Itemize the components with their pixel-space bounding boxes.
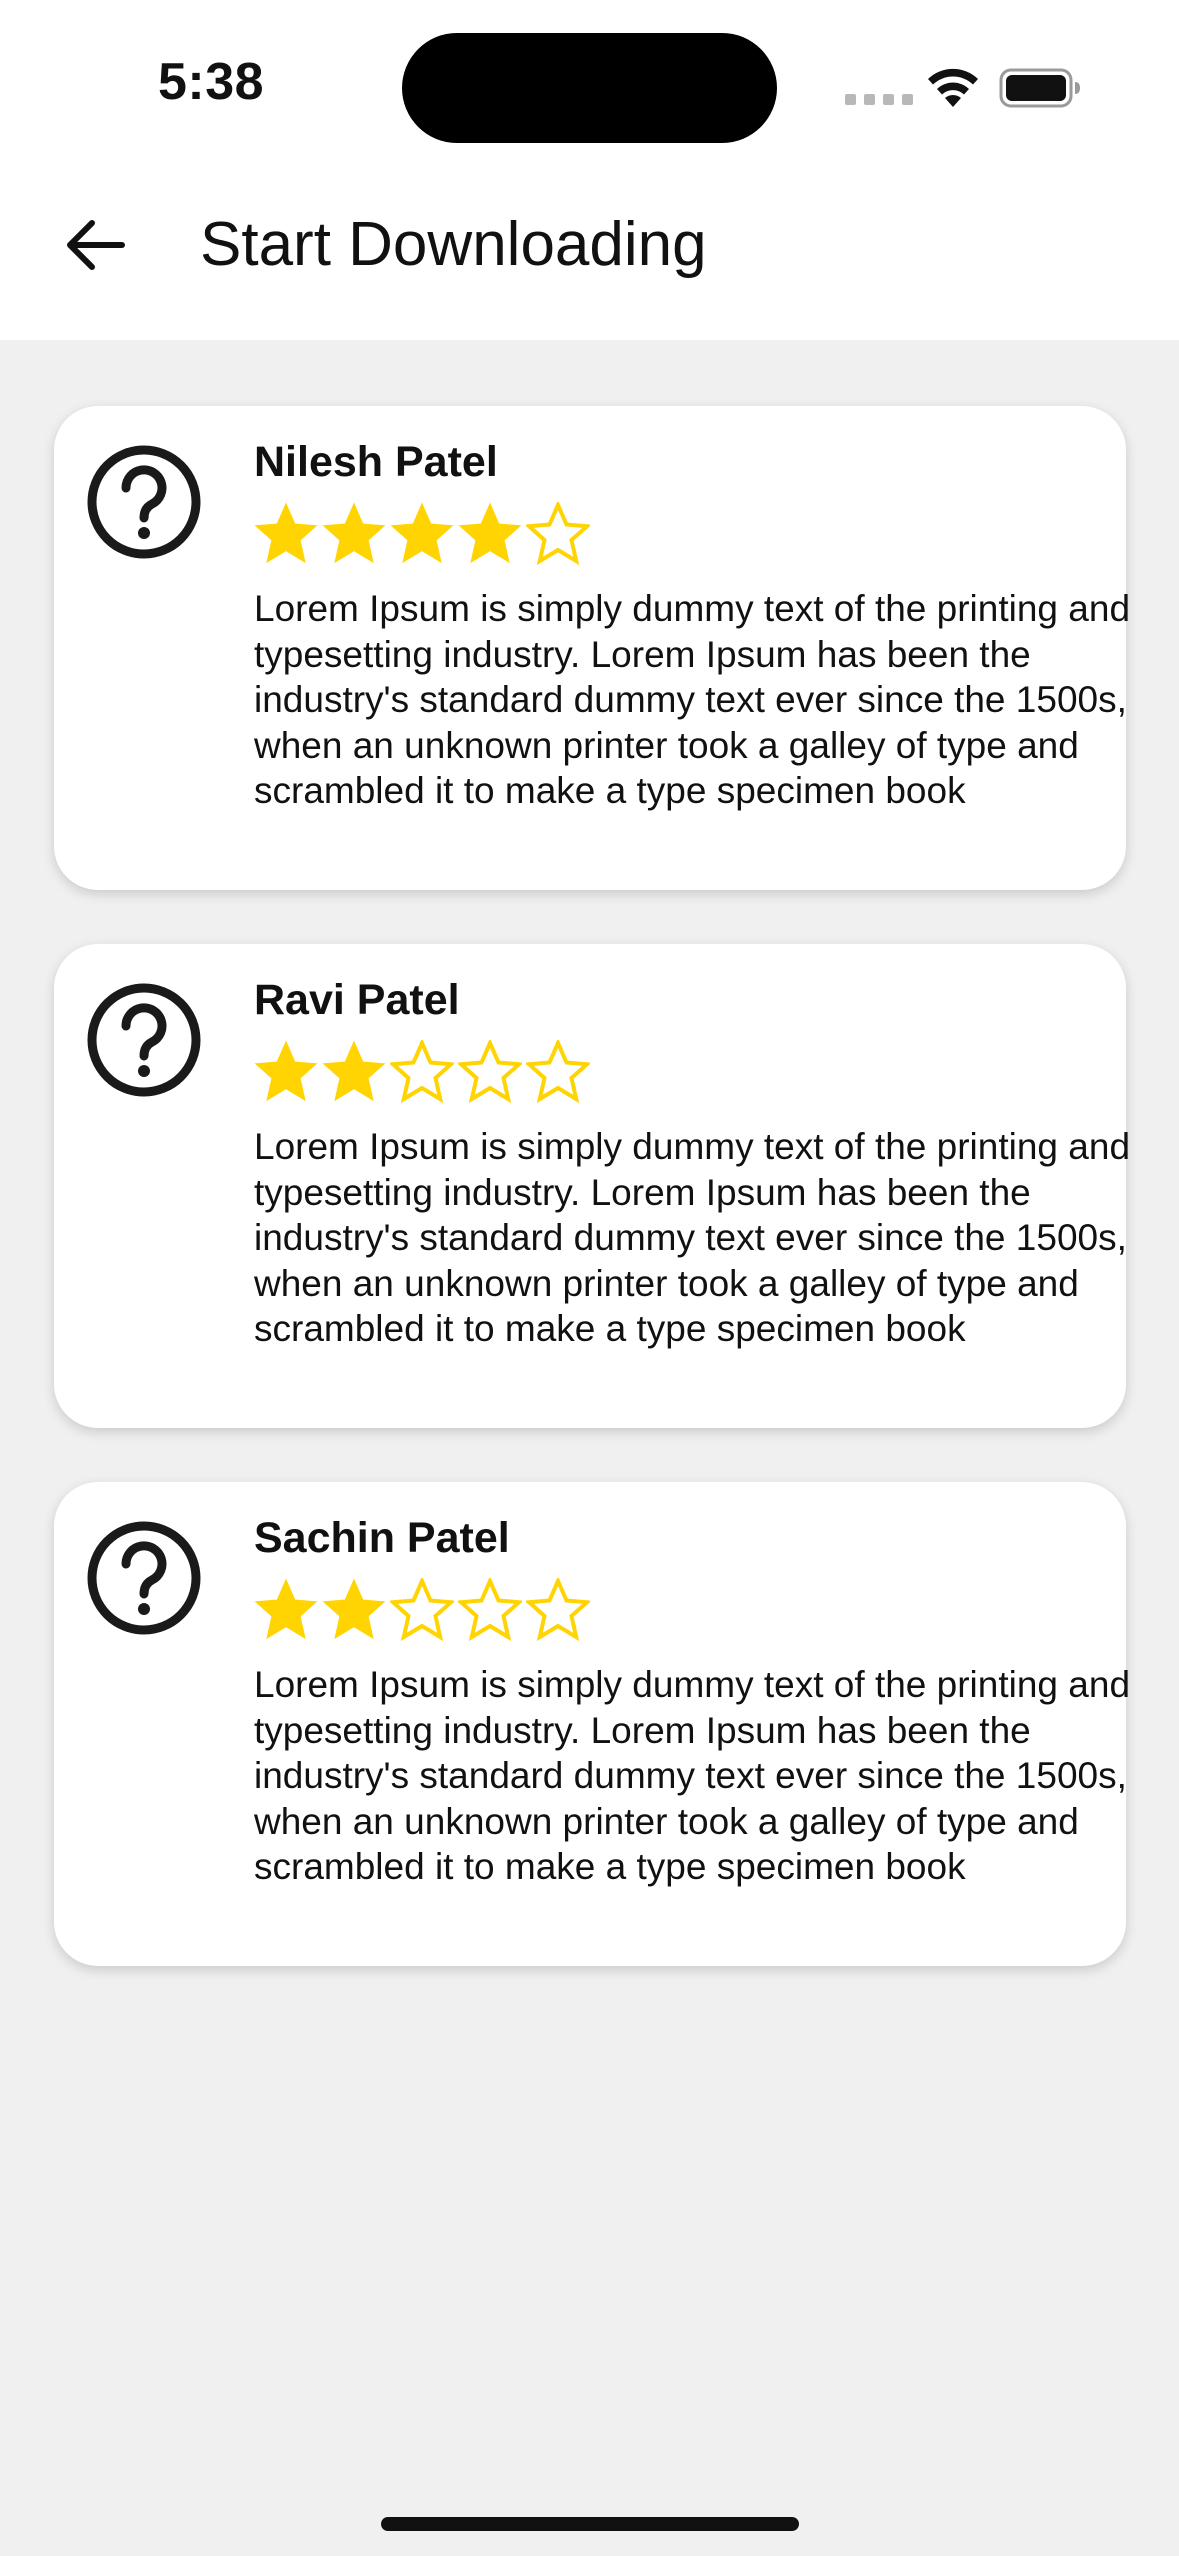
question-mark-icon [87, 445, 201, 559]
rating-stars [254, 1040, 1104, 1112]
rating-stars [254, 1578, 1104, 1650]
star-filled-icon [322, 1578, 386, 1640]
review-card: Nilesh Patel Lorem Ipsum is simply dummy… [54, 406, 1130, 890]
review-text: Lorem Ipsum is simply dummy text of the … [254, 1126, 1131, 1349]
star-filled-icon [254, 1578, 318, 1640]
dynamic-island [402, 33, 777, 143]
status-time: 5:38 [158, 53, 265, 111]
status-bar: 5:38 [0, 0, 1179, 170]
star-outline-icon [390, 1578, 454, 1642]
star-outline-icon [526, 1040, 590, 1104]
home-indicator [381, 2517, 799, 2531]
battery-icon [999, 68, 1080, 108]
star-filled-icon [322, 502, 386, 564]
star-filled-icon [322, 1040, 386, 1102]
star-outline-icon [458, 1040, 522, 1104]
review-content: Sachin Patel Lorem Ipsum is simply dummy… [254, 1508, 1130, 1890]
review-list: Nilesh Patel Lorem Ipsum is simply dummy… [54, 406, 1130, 2020]
reviewer-name: Ravi Patel [254, 976, 460, 1024]
review-text: Lorem Ipsum is simply dummy text of the … [254, 1664, 1131, 1887]
star-outline-icon [390, 1040, 454, 1104]
star-filled-icon [254, 1040, 318, 1102]
star-filled-icon [390, 502, 454, 564]
star-filled-icon [254, 502, 318, 564]
review-card: Ravi Patel Lorem Ipsum is simply dummy t… [54, 944, 1130, 1428]
question-mark-icon [87, 1521, 201, 1635]
star-outline-icon [458, 1578, 522, 1642]
review-text: Lorem Ipsum is simply dummy text of the … [254, 588, 1131, 811]
review-content: Nilesh Patel Lorem Ipsum is simply dummy… [254, 432, 1130, 814]
reviewer-name: Sachin Patel [254, 1514, 510, 1562]
back-arrow-icon [67, 220, 125, 270]
page-title: Start Downloading [200, 210, 707, 279]
wifi-icon [928, 68, 978, 107]
star-outline-icon [526, 502, 590, 566]
question-mark-icon [87, 983, 201, 1097]
signal-icon [845, 94, 913, 105]
review-card: Sachin Patel Lorem Ipsum is simply dummy… [54, 1482, 1130, 1966]
rating-stars [254, 502, 1104, 574]
star-outline-icon [526, 1578, 590, 1642]
reviewer-name: Nilesh Patel [254, 438, 498, 486]
back-button[interactable] [50, 200, 140, 290]
review-content: Ravi Patel Lorem Ipsum is simply dummy t… [254, 970, 1130, 1352]
star-filled-icon [458, 502, 522, 564]
